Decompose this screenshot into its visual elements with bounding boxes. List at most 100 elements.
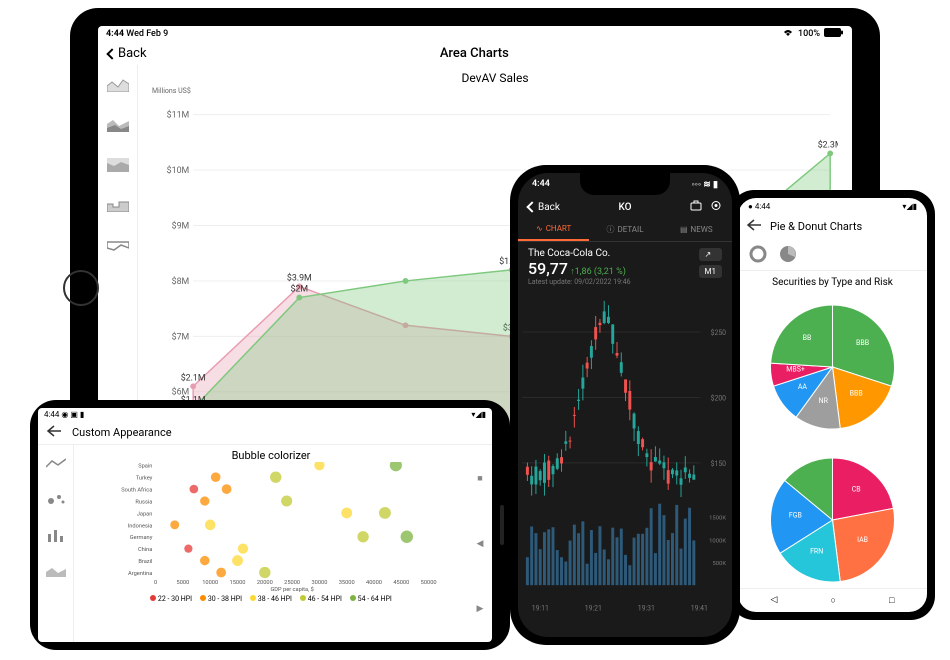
svg-text:$2M: $2M (291, 284, 309, 295)
candlestick-area[interactable]: $250$200$1501500K1000K500K19:1119:2119:3… (518, 292, 732, 637)
ipad-home-button[interactable] (63, 270, 99, 306)
signal-icons: ▾◢▮ (471, 410, 486, 419)
nav-recent-icon[interactable]: □ (889, 595, 894, 606)
phone-landscape-device: 4:44 ◉ ▣ ▮ ▾◢▮ Custom Appearance Bubble … (30, 400, 510, 650)
area-chart-icon[interactable] (98, 65, 138, 105)
svg-text:19:41: 19:41 (691, 605, 708, 613)
range-area-icon[interactable] (98, 225, 138, 265)
pd-tabs: ∿CHART ⓘDETAIL ▤NEWS (518, 218, 732, 242)
ticker-title: KO (560, 202, 690, 213)
next-icon[interactable]: ▶ (477, 604, 484, 614)
svg-text:China: China (138, 547, 152, 553)
status-date: Wed Feb 9 (126, 29, 168, 39)
svg-text:1000K: 1000K (709, 538, 726, 544)
svg-text:30000: 30000 (311, 580, 327, 586)
back-button[interactable]: Back (108, 46, 147, 61)
pie-chart-area: Securities by Type and Risk BBBBBBNRAAMB… (738, 271, 927, 588)
battery-pct: 100% (798, 29, 820, 39)
status-time: 4:44 (755, 202, 770, 211)
pl-controls: ■ ◀ ▶ (468, 445, 492, 642)
svg-text:$2.1M: $2.1M (181, 372, 206, 383)
svg-text:$200: $200 (711, 394, 727, 402)
bubble-chart-svg: SpainTurkeySouth AfricaRussiaJapanIndone… (82, 462, 460, 592)
svg-text:$9M: $9M (172, 220, 190, 231)
svg-text:5000: 5000 (177, 580, 190, 586)
svg-text:$11M: $11M (167, 110, 190, 121)
svg-text:$150: $150 (711, 460, 727, 468)
svg-text:35000: 35000 (339, 580, 355, 586)
svg-text:25000: 25000 (284, 580, 300, 586)
svg-text:BBB: BBB (856, 339, 869, 347)
svg-text:Russia: Russia (135, 499, 152, 505)
phone-speaker (500, 505, 504, 545)
back-button[interactable]: Back (528, 202, 560, 213)
pl-nav: Custom Appearance (38, 421, 492, 445)
pp-nav: Pie & Donut Charts (738, 215, 927, 238)
svg-text:CB: CB (852, 485, 861, 493)
chart-title: Securities by Type and Risk (744, 277, 921, 288)
page-title: Area Charts (147, 46, 802, 61)
status-time: 4:44 (532, 179, 550, 190)
tab-chart[interactable]: ∿CHART (518, 218, 589, 241)
android-navbar: ◁ ○ □ (738, 588, 927, 612)
indicator-button[interactable]: ↗ (699, 248, 722, 261)
svg-text:IAB: IAB (857, 536, 868, 544)
pl-sidebar (38, 445, 74, 642)
status-time: 4:44 (44, 410, 59, 419)
donut-icon[interactable] (746, 242, 770, 266)
svg-text:$250: $250 (711, 329, 727, 337)
bubble-legend: 22 - 30 HPI 30 - 38 HPI 38 - 46 HPI 46 -… (82, 595, 460, 603)
prev-icon[interactable]: ◀ (477, 539, 484, 549)
nav-home-icon[interactable]: ○ (831, 595, 836, 606)
bubble-chart-icon[interactable] (38, 481, 73, 517)
page-title: Custom Appearance (72, 426, 172, 439)
stop-icon[interactable]: ■ (477, 473, 482, 484)
back-button[interactable] (746, 219, 762, 234)
svg-text:BBB: BBB (850, 390, 863, 398)
svg-text:Argentina: Argentina (128, 571, 152, 577)
phone-pie-device: ● 4:44 ▾◢▮ Pie & Donut Charts Securities… (730, 190, 935, 620)
chevron-left-icon (526, 201, 537, 212)
nav-back-icon[interactable]: ◁ (771, 595, 778, 606)
svg-text:Germany: Germany (130, 535, 153, 541)
phone-dark-device: 4:44 ◦◦◦ ≋ ▮ Back KO ∿CHART ⓘDETAIL ▤NEW… (510, 165, 740, 645)
chevron-left-icon (106, 48, 117, 59)
view-icon[interactable] (710, 200, 722, 214)
page-title: Pie & Donut Charts (770, 220, 862, 233)
svg-text:AA: AA (798, 383, 808, 391)
svg-text:FRN: FRN (810, 548, 823, 556)
step-area-icon[interactable] (98, 185, 138, 225)
pp-tabs (738, 238, 927, 271)
stock-price: 59,77 (528, 259, 568, 278)
wifi-icon (782, 28, 794, 40)
full-stacked-icon[interactable] (98, 145, 138, 185)
tab-news[interactable]: ▤NEWS (661, 218, 732, 241)
back-button[interactable] (46, 425, 62, 440)
news-icon: ▤ (680, 225, 688, 234)
period-button[interactable]: M1 (699, 265, 722, 278)
stock-name: The Coca-Cola Co. (528, 248, 722, 259)
pie-chart-1: BBBBBBNRAAMBS+BB (744, 292, 921, 442)
svg-text:FGB: FGB (789, 512, 802, 520)
battery-icon (824, 28, 844, 40)
bar-chart-icon[interactable] (38, 517, 73, 553)
tab-detail[interactable]: ⓘDETAIL (589, 218, 660, 241)
chart-title: Bubble colorizer (82, 449, 460, 462)
svg-text:$8M: $8M (172, 276, 190, 287)
pie-icon[interactable] (776, 242, 800, 266)
status-time: 4:44 (106, 29, 124, 39)
briefcase-icon[interactable] (690, 200, 702, 214)
back-label: Back (538, 202, 560, 213)
svg-text:Indonesia: Indonesia (128, 523, 153, 529)
svg-text:MBS+: MBS+ (786, 366, 805, 374)
pl-chart-area: Bubble colorizer SpainTurkeySouth Africa… (74, 445, 468, 642)
notif-icons: ◉ ▣ ▮ (61, 410, 84, 419)
area-chart-icon[interactable] (38, 553, 73, 589)
phone-pie-screen: ● 4:44 ▾◢▮ Pie & Donut Charts Securities… (738, 198, 927, 612)
stock-info: ↗ M1 The Coca-Cola Co. 59,77 ↑1,86 (3,21… (518, 242, 732, 292)
svg-text:BB: BB (803, 334, 812, 342)
line-chart-icon[interactable] (38, 445, 73, 481)
stacked-area-icon[interactable] (98, 105, 138, 145)
chart-title: DevAV Sales (152, 71, 838, 85)
svg-text:Spain: Spain (138, 464, 152, 470)
